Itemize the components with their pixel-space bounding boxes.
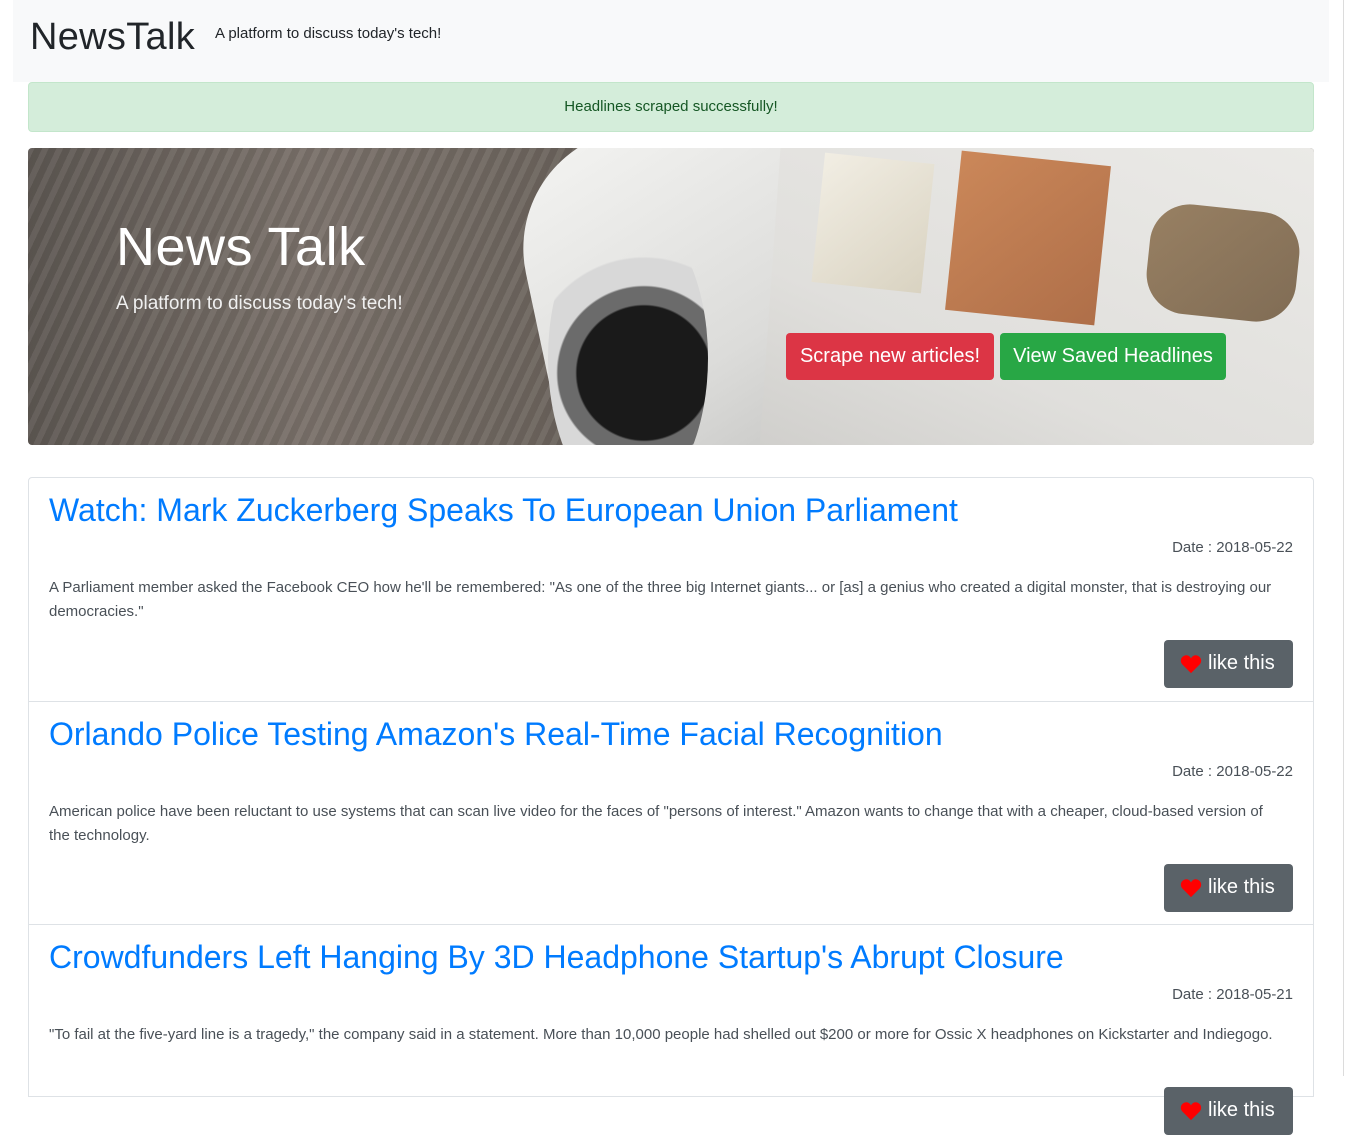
article-list: Watch: Mark Zuckerberg Speaks To Europea…: [28, 477, 1314, 1135]
heart-icon: [1180, 1102, 1202, 1121]
hero-title: News Talk: [116, 217, 366, 277]
like-label: like this: [1208, 652, 1275, 674]
article-title-link[interactable]: Watch: Mark Zuckerberg Speaks To Europea…: [49, 492, 958, 529]
page-edge-divider: [1343, 0, 1344, 1076]
like-button[interactable]: like this: [1164, 1087, 1293, 1135]
view-saved-headlines-button[interactable]: View Saved Headlines: [1000, 333, 1226, 380]
article-card: Watch: Mark Zuckerberg Speaks To Europea…: [29, 478, 1313, 701]
hero-banner: News Talk A platform to discuss today's …: [28, 148, 1314, 445]
article-date: Date : 2018-05-22: [1172, 539, 1293, 556]
like-label: like this: [1208, 876, 1275, 898]
article-title-link[interactable]: Orlando Police Testing Amazon's Real-Tim…: [49, 716, 943, 753]
article-card: Crowdfunders Left Hanging By 3D Headphon…: [29, 924, 1313, 1147]
article-summary: American police have been reluctant to u…: [49, 803, 1263, 844]
magazine-image-photo: [1142, 200, 1304, 326]
like-button[interactable]: like this: [1164, 864, 1293, 912]
article-card: Orlando Police Testing Amazon's Real-Tim…: [29, 701, 1313, 924]
like-button[interactable]: like this: [1164, 640, 1293, 688]
magazine-image-photo: [811, 152, 935, 294]
hero-subtitle: A platform to discuss today's tech!: [116, 293, 403, 314]
article-summary: A Parliament member asked the Facebook C…: [49, 579, 1272, 620]
heart-icon: [1180, 655, 1202, 674]
article-date: Date : 2018-05-21: [1172, 986, 1293, 1003]
article-title-link[interactable]: Crowdfunders Left Hanging By 3D Headphon…: [49, 939, 1064, 976]
heart-icon: [1180, 879, 1202, 898]
article-summary: "To fail at the five-yard line is a trag…: [49, 1026, 1273, 1043]
brand-tagline: A platform to discuss today's tech!: [215, 25, 442, 42]
scrape-articles-button[interactable]: Scrape new articles!: [786, 333, 994, 380]
success-alert: Headlines scraped successfully!: [28, 82, 1314, 132]
navbar: NewsTalk A platform to discuss today's t…: [13, 0, 1329, 82]
article-date: Date : 2018-05-22: [1172, 763, 1293, 780]
brand-logo[interactable]: NewsTalk: [30, 16, 195, 59]
like-label: like this: [1208, 1099, 1275, 1121]
magazine-image-photo: [945, 150, 1111, 326]
